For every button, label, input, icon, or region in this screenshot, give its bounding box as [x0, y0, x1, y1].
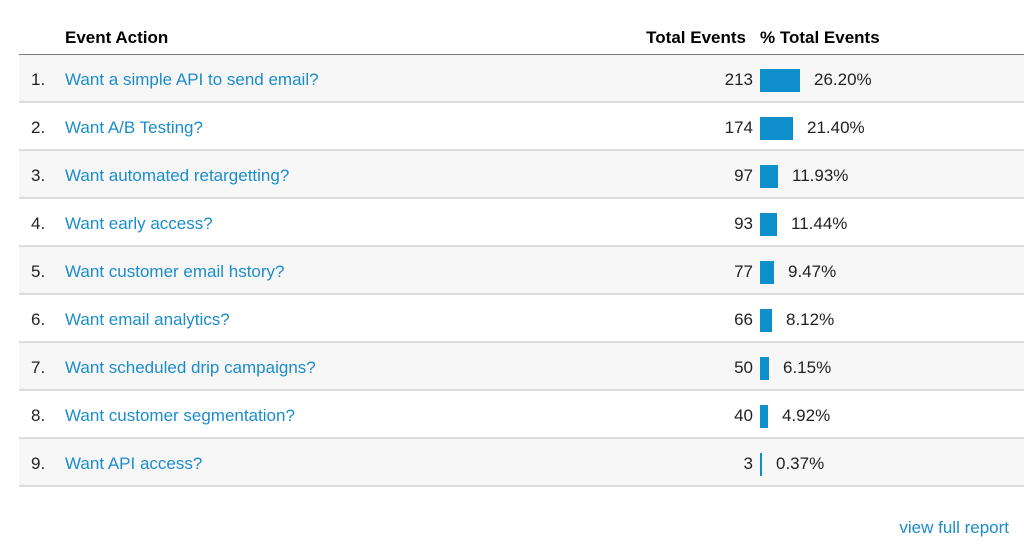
header-total-events[interactable]: Total Events [646, 28, 746, 48]
percent-value: 11.44% [791, 214, 848, 233]
row-index: 4. [31, 214, 46, 233]
percent-bar [760, 405, 768, 428]
event-action-link[interactable]: Want customer email hstory? [65, 262, 285, 282]
total-events-value: 97 [734, 166, 753, 185]
percent-value: 21.40% [807, 118, 865, 137]
table-body: 1. Want a simple API to send email? 213 26.… [19, 55, 1024, 487]
view-full-report-link[interactable]: view full report [899, 518, 1009, 538]
percent-bar [760, 165, 778, 188]
total-events-value: 66 [734, 310, 753, 329]
percent-value: 11.93% [792, 166, 849, 185]
row-index: 5. [31, 262, 46, 281]
percent-value: 4.92% [782, 406, 831, 425]
header-event-action[interactable]: Event Action [65, 28, 168, 48]
table-row: 8. Want customer segmentation? 40 4.92% [19, 391, 1024, 439]
total-events-value: 174 [724, 118, 753, 137]
percent-bar [760, 117, 793, 140]
event-action-link[interactable]: Want email analytics? [65, 310, 230, 330]
table-row: 9. Want API access? 3 0.37% [19, 439, 1024, 487]
event-action-link[interactable]: Want scheduled drip campaigns? [65, 358, 316, 378]
total-events-value: 93 [734, 214, 753, 233]
table-row: 6. Want email analytics? 66 8.12% [19, 295, 1024, 343]
header-percent-total-events[interactable]: % Total Events [760, 28, 880, 48]
total-events-value: 77 [734, 262, 753, 281]
percent-bar [760, 453, 762, 476]
event-action-link[interactable]: Want customer segmentation? [65, 406, 295, 426]
percent-value: 8.12% [786, 310, 835, 329]
event-action-link[interactable]: Want API access? [65, 454, 202, 474]
table-row: 2. Want A/B Testing? 174 21.40% [19, 103, 1024, 151]
percent-value: 9.47% [788, 262, 837, 281]
percent-value: 26.20% [814, 70, 872, 89]
total-events-value: 213 [724, 70, 753, 89]
row-index: 1. [31, 70, 46, 89]
row-index: 2. [31, 118, 46, 137]
event-actions-table: Event Action Total Events % Total Events… [19, 0, 1024, 487]
row-index: 3. [31, 166, 46, 185]
table-row: 7. Want scheduled drip campaigns? 50 6.15% [19, 343, 1024, 391]
row-index: 8. [31, 406, 46, 425]
event-action-link[interactable]: Want automated retargetting? [65, 166, 289, 186]
percent-value: 0.37% [776, 454, 825, 473]
total-events-value: 3 [743, 454, 753, 473]
percent-bar [760, 357, 769, 380]
table-row: 4. Want early access? 93 11.44% [19, 199, 1024, 247]
percent-value: 6.15% [783, 358, 832, 377]
row-index: 9. [31, 454, 46, 473]
table-row: 1. Want a simple API to send email? 213 26.… [19, 55, 1024, 103]
event-action-link[interactable]: Want a simple API to send email? [65, 70, 319, 90]
table-row: 5. Want customer email hstory? 77 9.47% [19, 247, 1024, 295]
table-row: 3. Want automated retargetting? 97 11.93% [19, 151, 1024, 199]
percent-bar [760, 213, 777, 236]
percent-bar [760, 69, 800, 92]
row-index: 6. [31, 310, 46, 329]
event-action-link[interactable]: Want A/B Testing? [65, 118, 203, 138]
total-events-value: 40 [734, 406, 753, 425]
event-action-link[interactable]: Want early access? [65, 214, 213, 234]
row-index: 7. [31, 358, 46, 377]
table-header: Event Action Total Events % Total Events [19, 0, 1024, 55]
total-events-value: 50 [734, 358, 753, 377]
percent-bar [760, 309, 772, 332]
percent-bar [760, 261, 774, 284]
